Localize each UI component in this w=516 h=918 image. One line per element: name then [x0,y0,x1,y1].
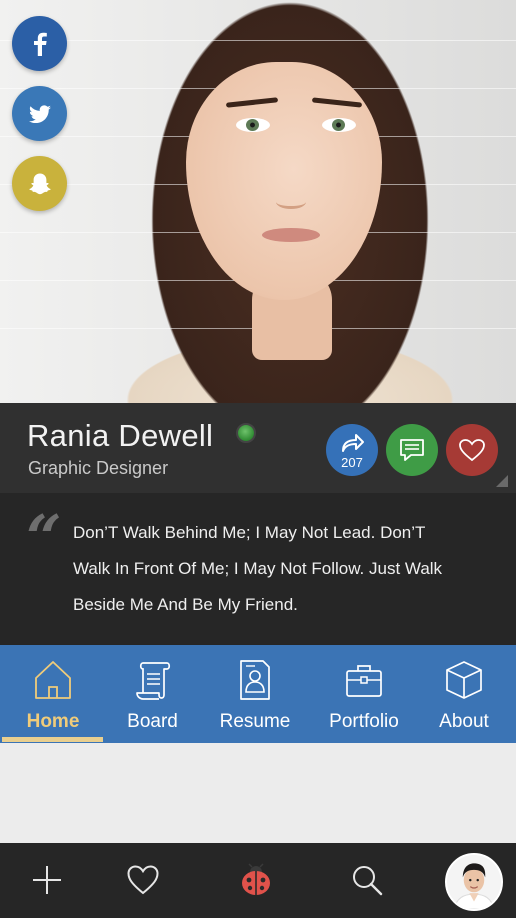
tab-about-label: About [439,711,489,732]
snapchat-icon [28,173,51,194]
message-button[interactable] [386,424,438,476]
tab-resume-label: Resume [219,711,291,732]
avatar-image [447,855,501,909]
user-avatar[interactable] [445,853,503,911]
facebook-icon [33,32,47,56]
content-area [0,743,516,843]
quote-section: “ Don’T Walk Behind Me; I May Not Lead. … [0,493,516,645]
active-tab-indicator [2,737,103,742]
twitter-button[interactable] [12,86,67,141]
profile-photo [0,0,516,403]
scroll-icon [135,662,170,700]
ladybug-button[interactable] [236,860,276,900]
share-button[interactable]: 207 [326,424,378,476]
ladybug-icon [242,863,270,895]
tab-about[interactable]: About [424,645,504,743]
tab-home-label: Home [26,711,80,732]
resume-icon [240,660,270,700]
tab-portfolio[interactable]: Portfolio [314,645,414,743]
search-icon [353,866,383,896]
bottom-nav [0,843,516,918]
heart-icon [127,865,159,895]
twitter-icon [28,104,51,123]
quote-line: Beside Me And Be My Friend. [73,595,298,614]
chat-bubble-icon [400,439,424,461]
cube-icon [446,661,482,699]
profile-header: Rania Dewell Graphic Designer 207 [0,403,516,493]
add-button[interactable] [27,860,67,900]
tab-resume[interactable]: Resume [210,645,300,743]
tab-home[interactable]: Home [3,645,103,743]
quote-mark-icon: “ [26,501,62,574]
search-button[interactable] [347,860,387,900]
tab-portfolio-label: Portfolio [329,711,399,732]
online-status-indicator [236,423,256,443]
tab-bar: Home Board Resume Portfolio About [0,645,516,743]
briefcase-icon [346,665,382,697]
snapchat-button[interactable] [12,156,67,211]
expand-corner-icon[interactable] [496,475,508,487]
tab-board-label: Board [127,711,178,732]
facebook-button[interactable] [12,16,67,71]
profile-name: Rania Dewell [27,418,214,453]
home-icon [35,661,71,699]
tab-board[interactable]: Board [105,645,200,743]
quote-line: Walk In Front Of Me; I May Not Follow. J… [73,559,443,578]
heart-outline-icon [459,439,485,462]
like-button[interactable] [446,424,498,476]
share-arrow-icon [342,433,364,452]
profile-role: Graphic Designer [28,458,169,478]
quote-line: Don’T Walk Behind Me; I May Not Lead. Do… [73,523,426,542]
share-count: 207 [341,454,363,470]
favorites-button[interactable] [123,860,163,900]
plus-icon [33,866,61,894]
